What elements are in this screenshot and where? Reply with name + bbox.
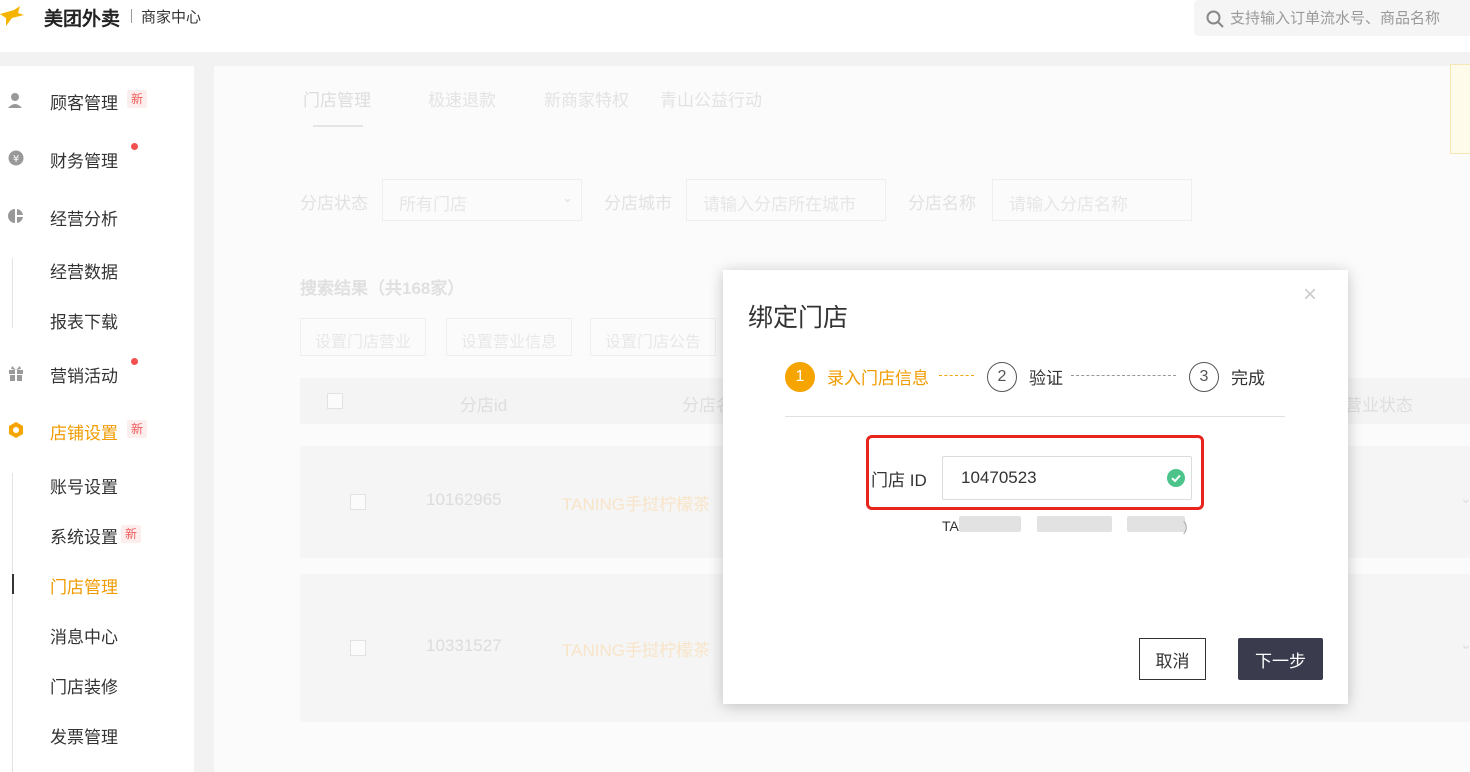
top-header: 美团外卖 商家中心 (0, 0, 1470, 52)
search-icon (1206, 10, 1224, 28)
sidebar-item-label: 财务管理 (50, 152, 118, 171)
step-divider (785, 416, 1285, 417)
filter-status-value: 所有门店 (399, 195, 467, 214)
tab-charity[interactable]: 青山公益行动 (660, 86, 762, 111)
result-title: 搜索结果（共168家） (300, 279, 465, 298)
sidebar-subitem-message-center[interactable]: 消息中心 (50, 623, 118, 648)
step-connector (1071, 375, 1176, 376)
redacted-text (959, 516, 1021, 532)
column-header: 营业状态 (1345, 396, 1413, 415)
brand-subtitle: 商家中心 (141, 9, 202, 26)
filter-city-placeholder: 请输入分店所在城市 (703, 195, 856, 214)
store-name-hint: TA (942, 518, 959, 534)
store-id-input[interactable] (942, 456, 1192, 500)
filter-name-placeholder: 请输入分店名称 (1009, 195, 1128, 214)
sidebar-subitem-account-settings[interactable]: 账号设置 (50, 473, 118, 498)
chevron-down-icon[interactable]: ⌄ (1460, 490, 1470, 507)
tab-store-management[interactable]: 门店管理 (303, 86, 371, 111)
step-1-circle: 1 (785, 362, 815, 392)
batch-open-button[interactable]: 设置门店营业 (300, 318, 427, 356)
filter-name-input[interactable]: 请输入分店名称 (992, 179, 1192, 221)
cancel-button[interactable]: 取消 (1139, 638, 1206, 680)
row-checkbox[interactable] (350, 494, 366, 510)
pie-chart-icon (8, 209, 23, 223)
filter-city-label: 分店城市 (604, 194, 672, 213)
search-input[interactable] (1230, 0, 1470, 36)
sidebar-item-label: 经营分析 (50, 210, 118, 229)
filter-name-label: 分店名称 (908, 194, 976, 213)
submenu-line (12, 473, 13, 772)
notification-dot (131, 358, 138, 365)
redacted-text (1127, 516, 1185, 532)
new-badge: 新 (127, 420, 148, 438)
customer-icon (8, 93, 22, 108)
yen-icon: ¥ (8, 150, 24, 166)
batch-notice-button[interactable]: 设置门店公告 (590, 318, 717, 356)
store-id-cell: 10331527 (426, 636, 502, 655)
active-tab-underline (313, 125, 363, 127)
filter-status-select[interactable]: 所有门店 ⌄ (382, 179, 582, 221)
chevron-down-icon: ⌄ (562, 190, 573, 205)
filter-city-input[interactable]: 请输入分店所在城市 (686, 179, 886, 221)
select-all-checkbox[interactable] (327, 393, 343, 409)
current-item-indicator (12, 574, 14, 594)
sidebar-subitem-report-download[interactable]: 报表下载 (50, 308, 118, 333)
batch-info-button[interactable]: 设置营业信息 (446, 318, 573, 356)
sidebar-item-label: 店铺设置 (50, 424, 118, 443)
brand-name: 美团外卖 (44, 9, 121, 30)
new-badge: 新 (127, 90, 148, 108)
sidebar-item-shop-settings[interactable]: 店铺设置 新 (0, 415, 194, 445)
global-search[interactable] (1194, 0, 1470, 36)
sidebar-item-analysis[interactable]: 经营分析 (0, 201, 194, 231)
column-header: 分店id (460, 396, 508, 415)
gift-icon (9, 366, 23, 381)
step-2-circle: 2 (987, 362, 1017, 392)
next-step-button[interactable]: 下一步 (1238, 638, 1323, 680)
kangaroo-logo-icon (0, 6, 24, 26)
redacted-text (1037, 516, 1112, 532)
store-name-link[interactable]: TANING手挝柠檬茶 (562, 490, 710, 515)
sidebar-subitem-system-settings[interactable]: 系统设置 (50, 523, 118, 548)
step-connector (939, 375, 974, 376)
filter-status-label: 分店状态 (300, 194, 368, 213)
brand-divider (131, 9, 132, 23)
notification-dot (131, 143, 138, 150)
sidebar-item-label: 顾客管理 (50, 94, 118, 113)
hint-end: ) (1183, 518, 1188, 534)
new-badge: 新 (121, 525, 142, 543)
sidebar-subitem-invoice-management[interactable]: 发票管理 (50, 723, 118, 748)
step-3-label: 完成 (1231, 369, 1265, 388)
tab-new-merchant[interactable]: 新商家特权 (544, 86, 629, 111)
modal-title: 绑定门店 (748, 304, 849, 332)
submenu-line (12, 258, 13, 328)
step-2-label: 验证 (1029, 369, 1063, 388)
row-checkbox[interactable] (350, 640, 366, 656)
sidebar-item-marketing[interactable]: 营销活动 (0, 358, 194, 388)
sidebar-subitem-store-decoration[interactable]: 门店装修 (50, 673, 118, 698)
bind-store-modal: × 绑定门店 1 录入门店信息 2 验证 3 完成 门店 ID TA ) 取消 … (723, 270, 1348, 704)
sidebar-subitem-business-data[interactable]: 经营数据 (50, 258, 118, 283)
check-circle-icon (1167, 469, 1185, 487)
sidebar-item-finance[interactable]: ¥ 财务管理 (0, 143, 194, 173)
step-1-label: 录入门店信息 (827, 369, 929, 388)
tab-fast-refund[interactable]: 极速退款 (428, 86, 496, 111)
sidebar-item-label: 营销活动 (50, 367, 118, 386)
shop-settings-icon (9, 422, 23, 438)
sidebar-subitem-store-management[interactable]: 门店管理 (50, 573, 118, 598)
store-id-label: 门店 ID (871, 471, 927, 490)
store-id-cell: 10162965 (426, 490, 502, 509)
svg-text:¥: ¥ (13, 154, 19, 165)
side-notice-panel (1450, 64, 1470, 154)
close-icon[interactable]: × (1303, 283, 1317, 307)
store-name-link[interactable]: TANING手挝柠檬茶 (562, 636, 710, 661)
step-3-circle: 3 (1189, 362, 1219, 392)
sidebar-item-customer[interactable]: 顾客管理 新 (0, 85, 194, 115)
chevron-down-icon[interactable]: ⌄ (1460, 636, 1470, 653)
sidebar: 顾客管理 新 ¥ 财务管理 经营分析 经营数据 报表下载 营销活动 店铺设置 新… (0, 66, 194, 772)
